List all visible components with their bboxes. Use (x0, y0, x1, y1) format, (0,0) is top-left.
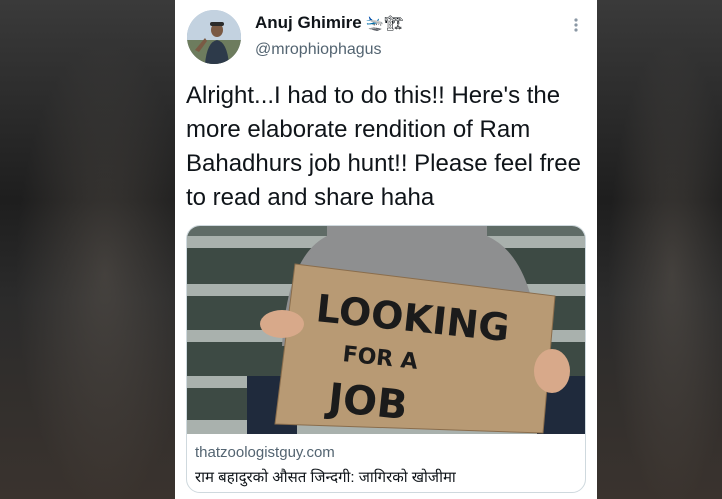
author-emoji: 🛬🏗 (365, 15, 404, 32)
link-title[interactable]: राम बहादुरको औसत जिन्दगी: जागिरको खोजीमा (195, 467, 456, 487)
link-preview-card[interactable]: LOOKING FOR A JOB thatzoologistguy.com र… (186, 225, 586, 493)
tweet-card: Anuj Ghimire 🛬🏗 @mrophiophagus Alright..… (175, 0, 597, 499)
background-left (0, 0, 175, 499)
link-preview-image: LOOKING FOR A JOB (187, 226, 585, 434)
author-handle[interactable]: @mrophiophagus (255, 41, 382, 59)
tweet-text: Alright...I had to do this!! Here's the … (186, 82, 581, 211)
avatar[interactable] (187, 10, 241, 64)
sign-line-3: JOB (323, 375, 410, 429)
more-options-icon[interactable] (569, 14, 583, 36)
author-name[interactable]: Anuj Ghimire (255, 13, 362, 33)
background-right (597, 0, 722, 499)
author-name-row[interactable]: Anuj Ghimire 🛬🏗 (255, 13, 403, 33)
link-domain[interactable]: thatzoologistguy.com (195, 444, 335, 461)
